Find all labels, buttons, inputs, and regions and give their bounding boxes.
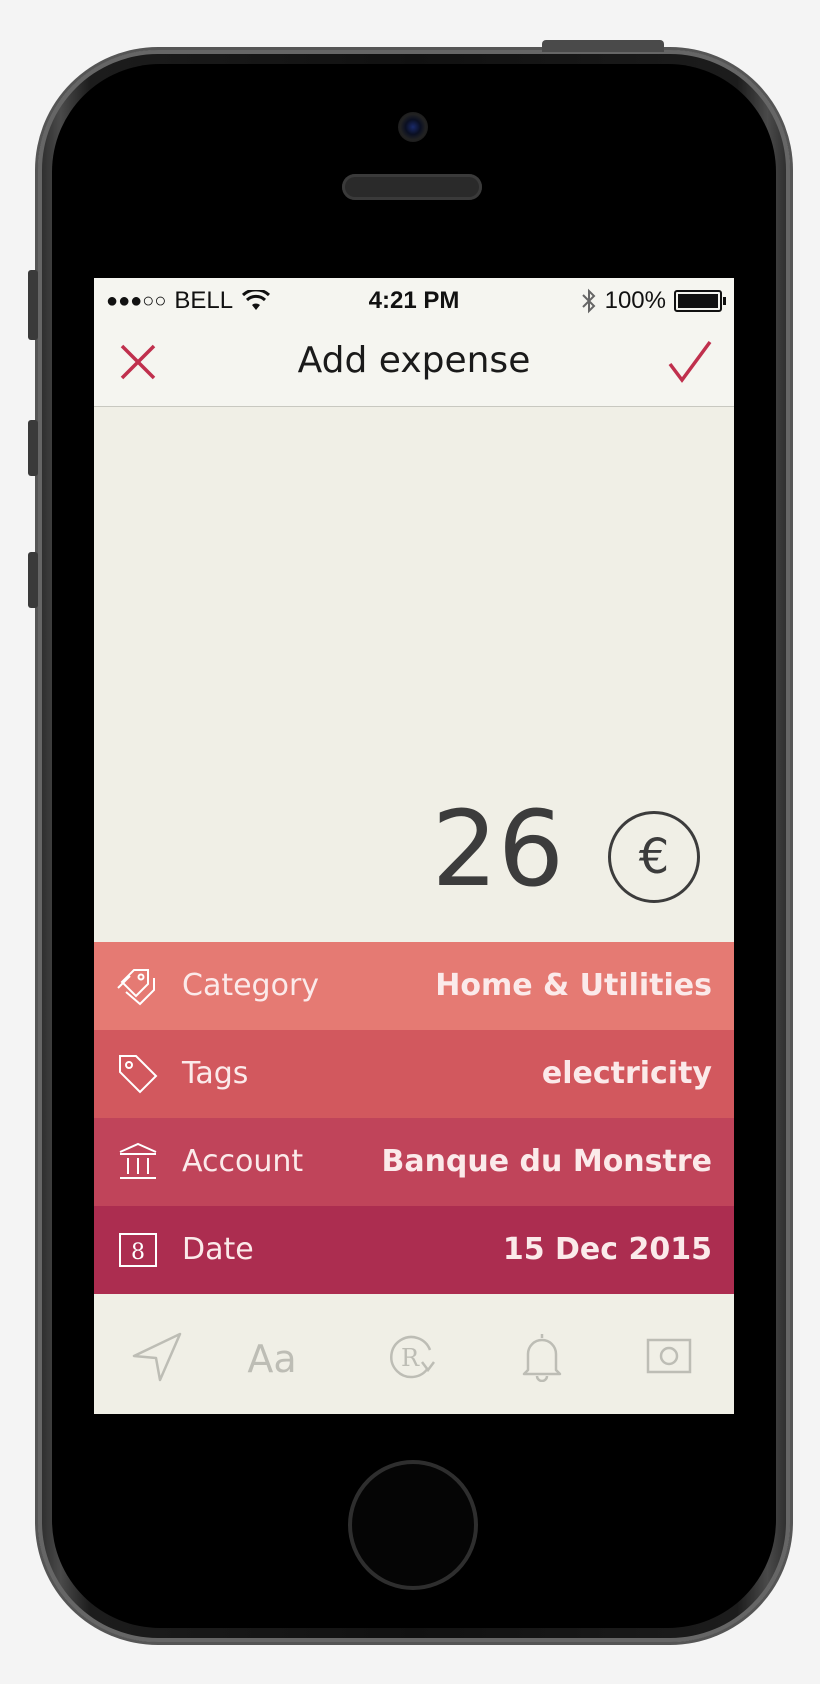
tags-label: Tags: [182, 1056, 249, 1091]
confirm-check-icon[interactable]: [666, 338, 714, 386]
tag-icon: [119, 1055, 158, 1094]
power-button: [542, 40, 664, 52]
text-icon-label: Aa: [247, 1337, 296, 1381]
tags-value: electricity: [541, 1056, 712, 1091]
location-icon[interactable]: [130, 1330, 186, 1382]
category-value: Home & Utilities: [435, 968, 712, 1003]
battery-percent: 100%: [604, 287, 666, 314]
status-bar: ●●●○○ BELL 4:21 PM 100%: [94, 278, 734, 322]
date-label: Date: [182, 1232, 254, 1267]
account-label: Account: [182, 1144, 304, 1179]
text-icon[interactable]: Aa: [244, 1330, 300, 1382]
recurring-icon[interactable]: R: [384, 1330, 440, 1382]
amount-entry-area[interactable]: 26 €: [94, 407, 734, 942]
speaker-grille: [342, 174, 482, 200]
mute-switch: [28, 270, 38, 340]
volume-down-button: [28, 552, 38, 608]
amount-value[interactable]: 26: [432, 797, 564, 901]
currency-selector-button[interactable]: €: [608, 811, 700, 903]
row-date[interactable]: 8 Date 15 Dec 2015: [94, 1206, 734, 1294]
bank-icon: [119, 1142, 157, 1179]
bottom-toolbar: Aa R: [94, 1294, 734, 1414]
recurring-icon-label: R: [401, 1344, 420, 1372]
account-value: Banque du Monstre: [381, 1144, 712, 1179]
tags-icon: [117, 969, 155, 1006]
bluetooth-icon: [581, 288, 596, 314]
row-tags[interactable]: Tags electricity: [94, 1030, 734, 1118]
calendar-icon: 8: [119, 1233, 157, 1267]
row-category[interactable]: Category Home & Utilities: [94, 942, 734, 1030]
front-camera: [398, 112, 428, 142]
home-button[interactable]: [348, 1460, 478, 1590]
date-value: 15 Dec 2015: [502, 1232, 712, 1267]
camera-icon[interactable]: [642, 1330, 698, 1382]
calendar-day: 8: [131, 1240, 145, 1265]
category-label: Category: [182, 968, 320, 1003]
status-right: 100%: [581, 287, 726, 315]
volume-up-button: [28, 420, 38, 476]
battery-icon: [674, 290, 726, 312]
app-screen: ●●●○○ BELL 4:21 PM 100% Add expense 26 €…: [94, 278, 734, 1414]
navigation-bar: Add expense: [94, 322, 734, 407]
page-title: Add expense: [297, 340, 531, 381]
bell-icon[interactable]: [514, 1330, 570, 1382]
row-account[interactable]: Account Banque du Monstre: [94, 1118, 734, 1206]
